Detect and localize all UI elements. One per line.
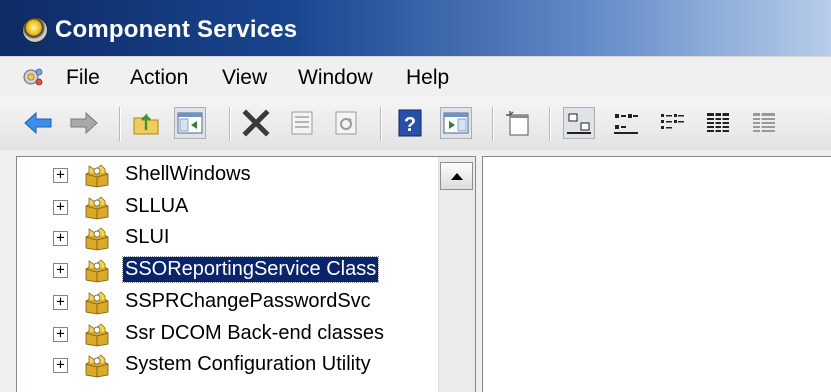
status-view-icon: [753, 113, 775, 132]
details-pane[interactable]: [482, 156, 831, 392]
tree-item-label[interactable]: System Configuration Utility: [123, 352, 373, 377]
small-icons-view-button[interactable]: [610, 107, 642, 139]
toolbar-separator: [549, 107, 551, 141]
content-area: + ShellWindows + SLLUA + SLUI + SSOReportingSer…: [0, 150, 831, 392]
menu-window[interactable]: Window: [298, 66, 373, 90]
tree-item-label[interactable]: Ssr DCOM Back-end classes: [123, 321, 386, 346]
expand-icon[interactable]: +: [53, 231, 68, 247]
tree-item[interactable]: + SLLUA: [17, 192, 437, 222]
component-package-icon: [85, 164, 109, 188]
menu-view[interactable]: View: [222, 66, 267, 90]
tree-item-label[interactable]: SLUI: [123, 225, 171, 250]
vertical-scrollbar[interactable]: [438, 157, 475, 392]
show-hide-console-tree-icon: [177, 112, 203, 134]
menu-file[interactable]: File: [66, 66, 100, 90]
component-package-icon: [85, 291, 109, 315]
delete-icon: [242, 109, 270, 137]
up-folder-icon: [133, 113, 159, 135]
svg-text:?: ?: [404, 114, 416, 136]
properties-button[interactable]: [286, 107, 318, 139]
back-button[interactable]: [22, 107, 54, 139]
scroll-up-button[interactable]: [440, 162, 473, 190]
tree-item-label[interactable]: ShellWindows: [123, 162, 253, 187]
back-arrow-icon: [24, 111, 52, 135]
tree-item[interactable]: + SSPRChangePasswordSvc: [17, 287, 437, 317]
list-view-icon: [661, 114, 684, 129]
menu-action[interactable]: Action: [130, 66, 188, 90]
new-window-icon: [506, 111, 529, 136]
tree-item[interactable]: + SSOReportingService Class: [17, 255, 437, 285]
component-package-icon: [85, 322, 109, 346]
expand-icon[interactable]: +: [53, 199, 68, 215]
refresh-button[interactable]: [330, 107, 362, 139]
list-view-button[interactable]: [656, 107, 688, 139]
tree-item-label[interactable]: SSOReportingService Class: [121, 256, 380, 284]
toolbar-separator: [229, 107, 231, 141]
show-hide-console-tree-button[interactable]: [174, 107, 206, 139]
component-package-icon: [85, 259, 109, 283]
up-one-level-button[interactable]: [130, 107, 162, 139]
expand-icon[interactable]: +: [53, 326, 68, 342]
new-window-button[interactable]: [502, 107, 534, 139]
toolbar-separator: [380, 107, 382, 141]
expand-icon[interactable]: +: [53, 168, 68, 183]
toolbar-separator: [492, 107, 494, 141]
expand-icon[interactable]: +: [53, 263, 68, 279]
help-button[interactable]: ?: [394, 107, 426, 139]
show-hide-action-pane-button[interactable]: [440, 107, 472, 139]
toolbar-separator: [119, 107, 121, 141]
refresh-icon: [335, 111, 357, 135]
console-tree-pane[interactable]: + ShellWindows + SLLUA + SLUI + SSOReportingSer…: [16, 156, 476, 392]
component-services-icon: [22, 17, 48, 43]
menu-bar: File Action View Window Help: [0, 56, 831, 98]
expand-icon[interactable]: +: [53, 294, 68, 310]
forward-arrow-icon: [70, 111, 98, 135]
window-title: Component Services: [55, 16, 298, 43]
help-icon: ?: [398, 109, 422, 137]
small-icons-view-icon: [614, 114, 638, 134]
tree-item-label[interactable]: SLLUA: [123, 194, 190, 219]
menu-help[interactable]: Help: [406, 66, 449, 90]
tree-item[interactable]: + System Configuration Utility: [17, 350, 437, 380]
expand-icon[interactable]: +: [53, 358, 68, 374]
app-menu-icon[interactable]: [22, 65, 46, 89]
detail-view-button[interactable]: [702, 107, 734, 139]
title-bar[interactable]: Component Services: [0, 0, 831, 56]
forward-button[interactable]: [68, 107, 100, 139]
large-icons-view-button[interactable]: [563, 107, 595, 139]
show-hide-action-pane-icon: [443, 112, 469, 134]
tree-item[interactable]: + SLUI: [17, 223, 437, 253]
status-view-button[interactable]: [748, 107, 780, 139]
properties-icon: [291, 111, 313, 135]
toolbar: ?: [0, 97, 831, 151]
detail-view-icon: [707, 113, 729, 132]
tree-item[interactable]: + Ssr DCOM Back-end classes: [17, 319, 437, 349]
component-package-icon: [85, 354, 109, 378]
component-package-icon: [85, 227, 109, 251]
component-package-icon: [85, 196, 109, 220]
scroll-up-arrow-icon: [450, 172, 463, 180]
tree-item[interactable]: + ShellWindows: [17, 160, 437, 190]
large-icons-view-icon: [567, 113, 591, 134]
delete-button[interactable]: [240, 107, 272, 139]
tree-item-label[interactable]: SSPRChangePasswordSvc: [123, 289, 373, 314]
